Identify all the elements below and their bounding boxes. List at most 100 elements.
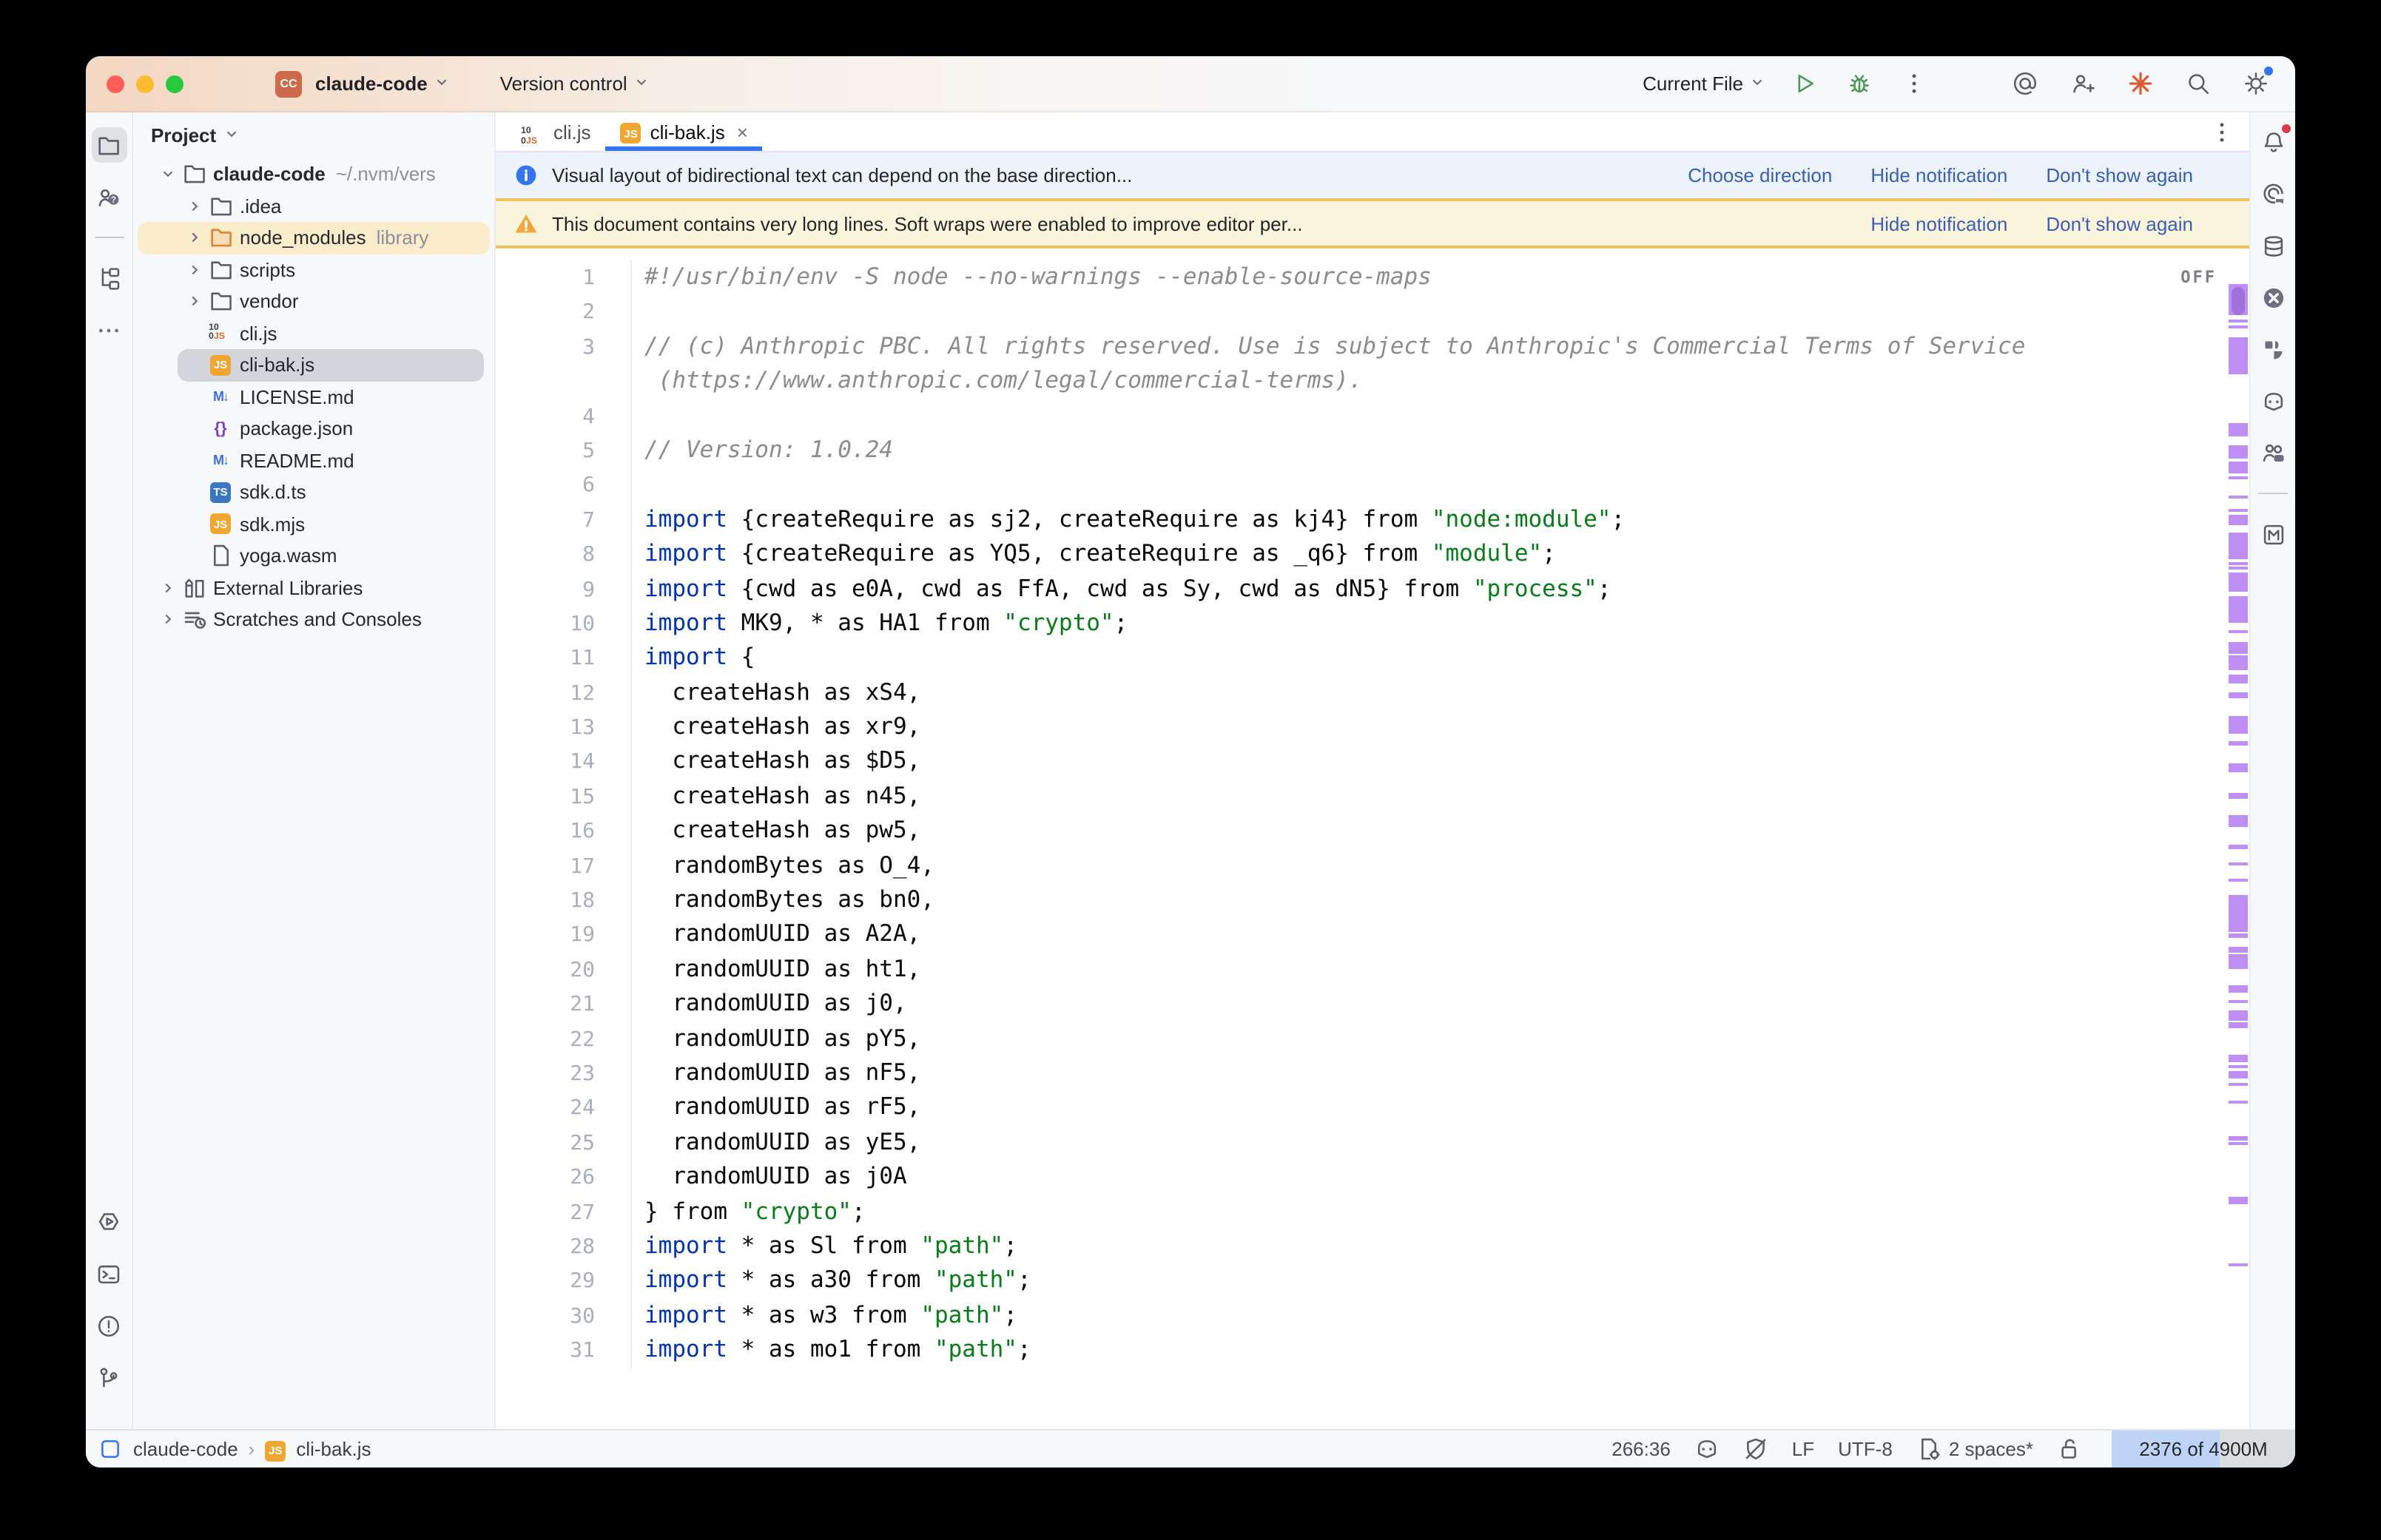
chevron-right-icon[interactable] <box>181 294 207 310</box>
code-viewport[interactable]: 1#!/usr/bin/env -S node --no-warnings --… <box>496 249 2249 1429</box>
line-number: 17 <box>496 848 595 883</box>
inspection-highlight-widget[interactable]: OFF <box>2180 260 2217 295</box>
chevron-right-icon[interactable] <box>181 262 207 278</box>
tree-item-cli-js[interactable]: 100JScli.js <box>133 317 494 349</box>
tree-item-node-modules[interactable]: node_moduleslibrary <box>133 222 494 254</box>
vcs-change-mark <box>2229 815 2248 827</box>
line-number: 14 <box>496 745 595 780</box>
copilot-status-icon[interactable] <box>1694 1436 1720 1462</box>
chevron-right-icon[interactable] <box>181 230 207 246</box>
chevron-right-icon[interactable] <box>154 612 181 628</box>
svg-text:?: ? <box>111 194 116 204</box>
chevron-right-icon[interactable] <box>181 198 207 215</box>
terminal-icon[interactable] <box>91 1256 127 1291</box>
code-line: 10import MK9, * as HA1 from "crypto"; <box>496 607 2227 641</box>
caret-position-widget[interactable]: 266:36 <box>1612 1438 1671 1460</box>
editor-tab-cli-js[interactable]: 100JScli.js <box>506 112 606 151</box>
plugin-quarters-icon[interactable] <box>2255 331 2291 367</box>
highlighting-off-icon[interactable] <box>1743 1436 1768 1462</box>
bell-icon[interactable] <box>2255 124 2291 160</box>
structure-icon[interactable] <box>91 260 127 296</box>
tree-item-package-json[interactable]: {}package.json <box>133 413 494 445</box>
notification-link-hide-notification[interactable]: Hide notification <box>1870 164 2007 186</box>
breadcrumb-file[interactable]: cli-bak.js <box>296 1438 371 1460</box>
chevron-down-icon[interactable] <box>154 166 181 183</box>
database-icon[interactable] <box>2255 228 2291 263</box>
line-number: 27 <box>496 1195 595 1229</box>
notification-link-hide-notification[interactable]: Hide notification <box>1870 212 2007 234</box>
indent-widget[interactable]: 2 spaces* <box>1916 1436 2033 1462</box>
tree-item-cli-bak-js[interactable]: JScli-bak.js <box>133 349 494 381</box>
close-tab-icon[interactable]: × <box>737 121 748 143</box>
code-line: 13 createHash as xr9, <box>496 710 2227 745</box>
tree-item-vendor[interactable]: vendor <box>133 286 494 317</box>
more-dots-icon[interactable] <box>91 312 127 348</box>
more-actions-button[interactable] <box>1897 67 1930 100</box>
user-plus-icon[interactable] <box>2066 67 2098 100</box>
settings-gear-icon[interactable] <box>2239 67 2271 100</box>
line-separator-widget[interactable]: LF <box>1792 1438 1814 1460</box>
line-number: 8 <box>496 537 595 572</box>
notification-link-don-t-show-again[interactable]: Don't show again <box>2046 212 2193 234</box>
breadcrumb-project[interactable]: claude-code <box>133 1438 238 1460</box>
project-panel-header[interactable]: Project <box>133 112 494 155</box>
project-widget[interactable]: claude-code <box>315 72 450 95</box>
x-circle-icon[interactable] <box>2255 280 2291 315</box>
editor-tab-cli-bak-js[interactable]: JScli-bak.js× <box>606 112 763 151</box>
ai-chat-icon[interactable] <box>2255 176 2291 212</box>
stripe-divider <box>2258 493 2288 494</box>
encoding-widget[interactable]: UTF-8 <box>1838 1438 1893 1460</box>
memory-indicator[interactable]: 2376 of 4900M <box>2112 1431 2295 1468</box>
tree-item-external-libraries[interactable]: External Libraries <box>133 572 494 604</box>
tree-item-claude-code[interactable]: claude-code~/.nvm/vers <box>133 158 494 190</box>
maximize-window-button[interactable] <box>166 75 183 92</box>
line-number: 1 <box>496 260 595 295</box>
close-window-button[interactable] <box>107 75 124 92</box>
tree-item-sdk-d-ts[interactable]: TSsdk.d.ts <box>133 476 494 508</box>
libraries-icon <box>181 575 207 601</box>
read-write-lock-icon[interactable] <box>2057 1436 2082 1462</box>
tree-item-sdk-mjs[interactable]: JSsdk.mjs <box>133 508 494 540</box>
tree-item-license-md[interactable]: M↓LICENSE.md <box>133 381 494 413</box>
vcs-change-mark <box>2229 1000 2248 1003</box>
people-help-icon[interactable]: ? <box>91 179 127 215</box>
problems-icon[interactable] <box>91 1308 127 1343</box>
m-box-icon[interactable] <box>2255 516 2291 552</box>
ai-burst-icon[interactable] <box>2124 67 2156 100</box>
people-chat-icon[interactable] <box>2255 435 2291 470</box>
run-hexagon-icon[interactable] <box>91 1204 127 1240</box>
vcs-widget[interactable]: Version control <box>500 72 650 95</box>
vcs-change-mark <box>2229 325 2248 328</box>
vcs-change-mark <box>2229 862 2248 865</box>
editor-scrollbar[interactable] <box>2227 249 2249 1429</box>
mentions-at-icon[interactable] <box>2008 67 2041 100</box>
folder-tool-icon[interactable] <box>91 127 127 163</box>
tree-item-scratches-and-consoles[interactable]: Scratches and Consoles <box>133 604 494 635</box>
vcs-change-mark <box>2229 423 2248 436</box>
run-button[interactable] <box>1788 67 1820 100</box>
line-number: 22 <box>496 1021 595 1056</box>
tab-options-kebab-icon[interactable] <box>2209 112 2234 151</box>
line-number: 12 <box>496 675 595 710</box>
md-badge-icon: M↓ <box>207 387 234 408</box>
minimize-window-button[interactable] <box>136 75 154 92</box>
code-line: 15 createHash as n45, <box>496 780 2227 814</box>
left-tool-stripe: ? <box>86 112 133 1429</box>
run-configuration-selector[interactable]: Current File <box>1643 72 1765 95</box>
scratches-icon <box>181 607 207 632</box>
git-branch-icon[interactable] <box>91 1360 127 1395</box>
tree-item-scripts[interactable]: scripts <box>133 254 494 286</box>
json-badge-icon: {} <box>207 419 234 439</box>
vcs-change-mark <box>2229 509 2248 512</box>
scrollbar-thumb[interactable] <box>2232 287 2245 315</box>
notification-link-don-t-show-again[interactable]: Don't show again <box>2046 164 2193 186</box>
search-everywhere-icon[interactable] <box>2181 67 2214 100</box>
chevron-down-icon <box>223 124 240 146</box>
notification-link-choose-direction[interactable]: Choose direction <box>1688 164 1832 186</box>
tree-item-readme-md[interactable]: M↓README.md <box>133 445 494 476</box>
copilot-icon[interactable] <box>2255 383 2291 419</box>
chevron-right-icon[interactable] <box>154 580 181 596</box>
tree-item-yoga-wasm[interactable]: yoga.wasm <box>133 540 494 572</box>
tree-item--idea[interactable]: .idea <box>133 190 494 222</box>
debug-button[interactable] <box>1842 67 1875 100</box>
